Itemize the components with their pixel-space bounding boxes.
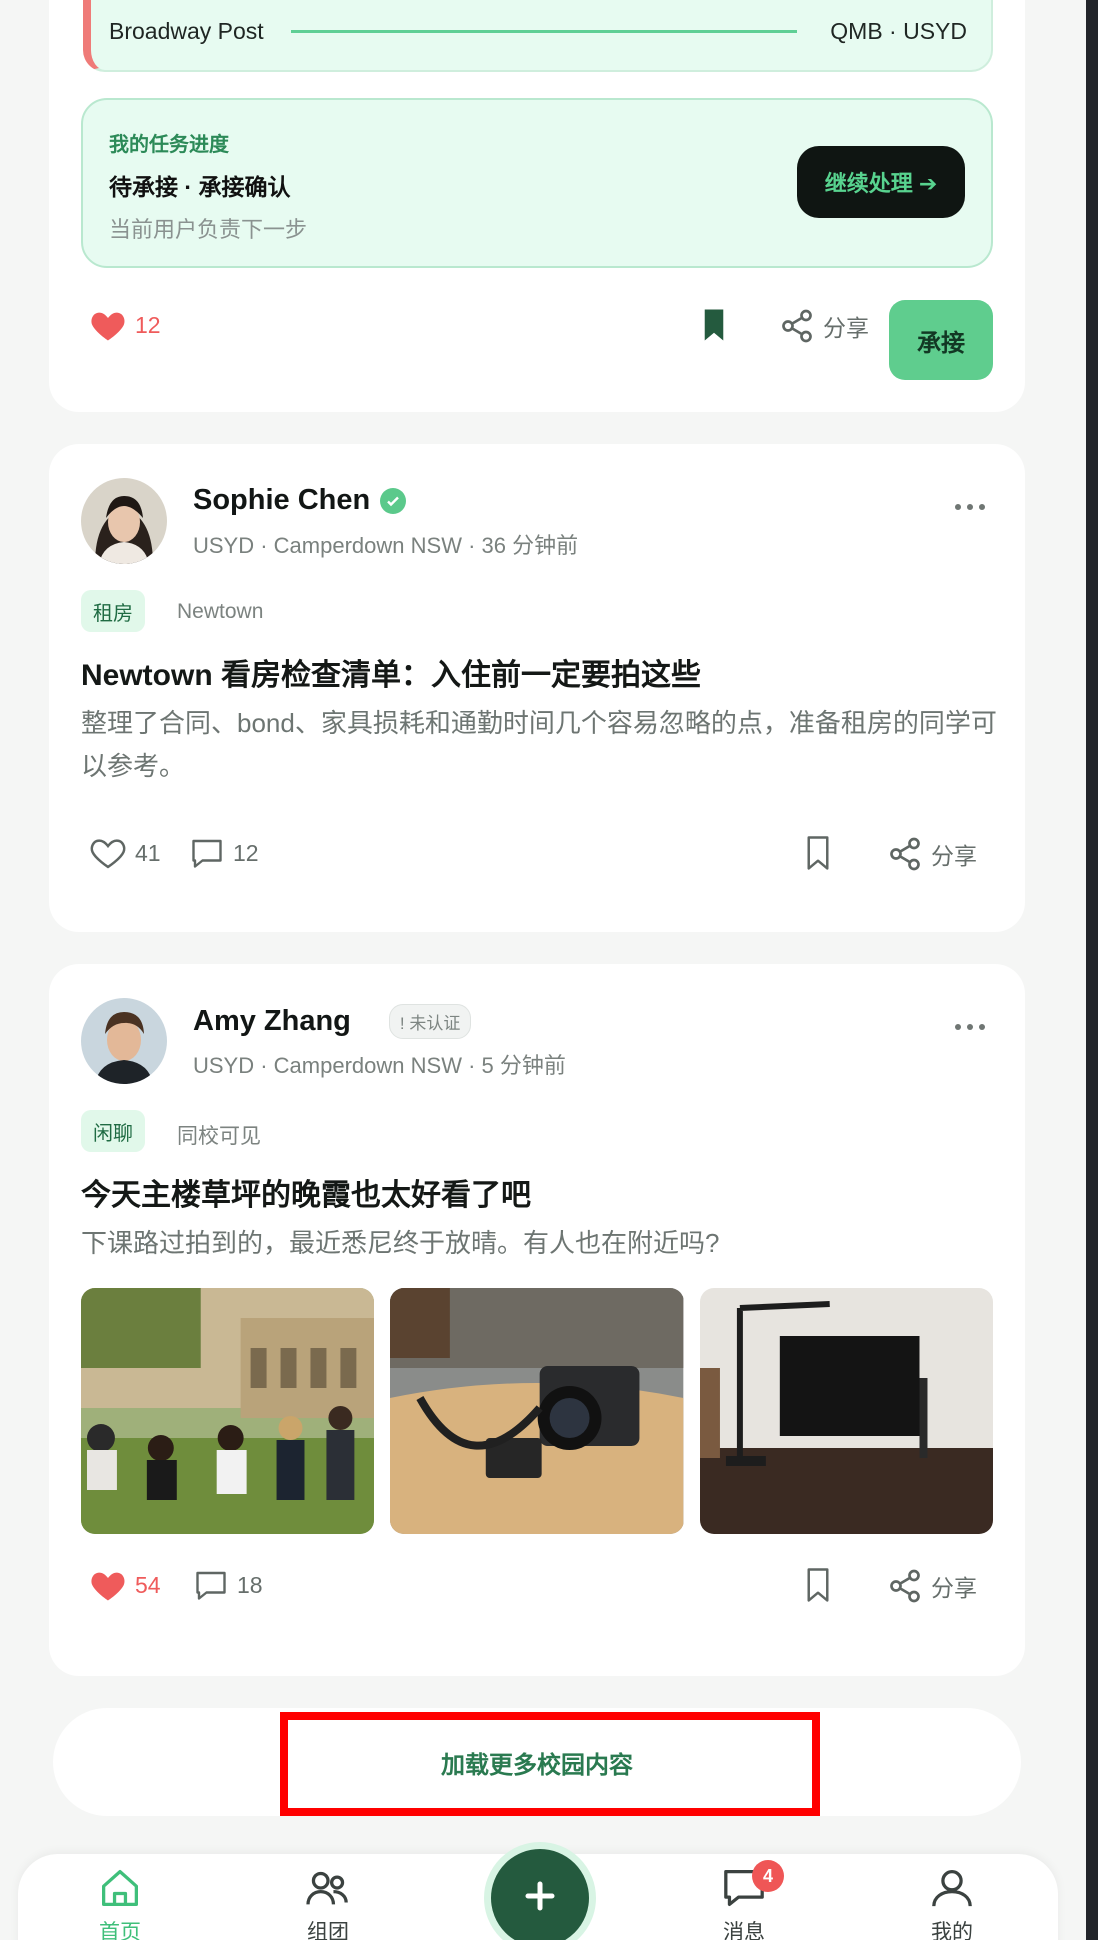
user-icon <box>930 1868 974 1912</box>
nav-messages[interactable]: 4 消息 <box>684 1854 804 1940</box>
heart-filled-icon <box>89 1568 127 1602</box>
bookmark-button[interactable] <box>805 836 831 870</box>
like-count: 54 <box>135 1571 161 1598</box>
author-name[interactable]: Sophie Chen <box>193 484 370 517</box>
create-post-button[interactable] <box>484 1842 596 1940</box>
unverified-badge: ! 未认证 <box>388 1004 472 1039</box>
message-badge: 4 <box>752 1860 784 1892</box>
share-icon <box>887 1568 923 1604</box>
task-actions: 12 分享 承接 <box>49 300 1025 380</box>
visibility-tag: 同校可见 <box>177 1125 261 1148</box>
accept-button[interactable]: 承接 <box>889 300 993 380</box>
post-card[interactable]: Amy Zhang ! 未认证 USYD · Camperdown NSW · … <box>49 964 1025 1676</box>
like-count: 12 <box>135 311 161 338</box>
avatar[interactable] <box>81 998 167 1084</box>
nav-profile[interactable]: 我的 <box>892 1854 1012 1940</box>
share-button[interactable]: 分享 <box>887 1568 977 1604</box>
plus-icon <box>524 1880 556 1917</box>
comment-count: 18 <box>237 1571 263 1598</box>
nav-messages-label: 消息 <box>723 1921 765 1940</box>
home-icon <box>98 1868 142 1912</box>
verified-check-icon <box>380 487 407 514</box>
post-body: 整理了合同、bond、家具损耗和通勤时间几个容易忽略的点，准备租房的同学可以参考… <box>81 708 997 781</box>
share-label: 分享 <box>931 1575 977 1601</box>
author-row: Amy Zhang ! 未认证 <box>193 1004 472 1039</box>
share-icon <box>887 836 923 872</box>
task-progress-title: 我的任务进度 <box>109 134 229 156</box>
like-count: 41 <box>135 839 161 866</box>
location-tag: Newtown <box>177 600 264 623</box>
task-status: 待承接 · 承接确认 <box>109 174 291 200</box>
task-progress-box: 我的任务进度 待承接 · 承接确认 当前用户负责下一步 继续处理 ➔ <box>81 98 993 268</box>
post-title[interactable]: 今天主楼草坪的晚霞也太好看了吧 <box>81 1170 531 1214</box>
message-icon: 4 <box>722 1860 784 1912</box>
heart-filled-icon <box>89 308 127 342</box>
route-bar: Broadway Post QMB · USYD <box>83 0 993 72</box>
share-button[interactable]: 分享 <box>779 308 869 344</box>
photo-campus-lawn[interactable] <box>81 1288 375 1534</box>
heart-outline-icon <box>89 836 127 870</box>
post-title[interactable]: Newtown 看房检查清单：入住前一定要拍这些 <box>81 650 701 694</box>
more-options-icon[interactable] <box>955 504 985 510</box>
category-tag[interactable]: 闲聊 <box>81 1110 145 1152</box>
post-meta: USYD · Camperdown NSW · 36 分钟前 <box>193 533 579 558</box>
task-card: Broadway Post QMB · USYD 我的任务进度 待承接 · 承接… <box>49 0 1025 412</box>
category-tag[interactable]: 租房 <box>81 590 145 632</box>
avatar[interactable] <box>81 478 167 564</box>
share-button[interactable]: 分享 <box>887 836 977 872</box>
comment-button[interactable]: 12 <box>189 836 259 870</box>
nav-profile-label: 我的 <box>931 1921 973 1940</box>
continue-button[interactable]: 继续处理 ➔ <box>797 146 965 218</box>
bookmark-button[interactable] <box>805 1568 831 1602</box>
bottom-nav: 首页 组团 4 消息 我的 <box>18 1842 1058 1940</box>
photo-camera[interactable] <box>390 1288 684 1534</box>
nav-groups-label: 组团 <box>307 1921 349 1940</box>
comment-button[interactable]: 18 <box>193 1568 263 1602</box>
groups-icon <box>306 1868 350 1912</box>
nav-home[interactable]: 首页 <box>60 1854 180 1940</box>
post-actions: 41 12 分享 <box>49 834 1025 898</box>
like-button[interactable]: 41 <box>89 836 161 870</box>
share-label: 分享 <box>931 843 977 869</box>
bookmark-button[interactable] <box>701 308 727 342</box>
share-label: 分享 <box>823 315 869 341</box>
window-edge <box>1086 0 1098 1940</box>
like-button[interactable]: 12 <box>89 308 161 342</box>
post-body: 下课路过拍到的，最近悉尼终于放晴。有人也在附近吗? <box>81 1228 720 1258</box>
route-line <box>291 30 797 33</box>
load-more-button[interactable]: 加载更多校园内容 <box>53 1708 1021 1816</box>
comment-icon <box>189 836 225 870</box>
post-actions: 54 18 分享 <box>49 1566 1025 1630</box>
task-description: 当前用户负责下一步 <box>109 217 308 242</box>
like-button[interactable]: 54 <box>89 1568 161 1602</box>
photo-grid <box>81 1288 993 1534</box>
post-card[interactable]: Sophie Chen USYD · Camperdown NSW · 36 分… <box>49 444 1025 932</box>
post-meta: USYD · Camperdown NSW · 5 分钟前 <box>193 1053 566 1078</box>
comment-count: 12 <box>233 839 259 866</box>
nav-home-label: 首页 <box>99 1921 141 1940</box>
route-to: QMB · USYD <box>830 18 967 44</box>
photo-monitor-desk[interactable] <box>699 1288 993 1534</box>
nav-groups[interactable]: 组团 <box>268 1854 388 1940</box>
share-icon <box>779 308 815 344</box>
bookmark-icon <box>805 1568 831 1602</box>
author-row: Sophie Chen <box>193 484 407 517</box>
bookmark-filled-icon <box>701 308 727 342</box>
comment-icon <box>193 1568 229 1602</box>
more-options-icon[interactable] <box>955 1024 985 1030</box>
route-from: Broadway Post <box>109 18 264 44</box>
author-name[interactable]: Amy Zhang <box>193 1005 351 1038</box>
bookmark-icon <box>805 836 831 870</box>
feed-page: Broadway Post QMB · USYD 我的任务进度 待承接 · 承接… <box>0 0 1086 1940</box>
